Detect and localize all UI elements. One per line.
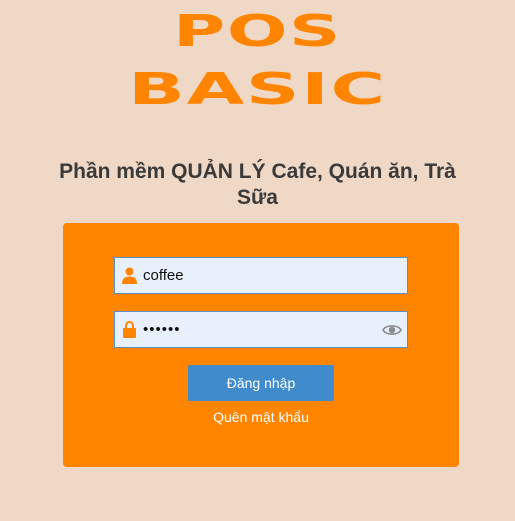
username-field[interactable] <box>114 257 408 294</box>
logo-text-line2: BASIC <box>128 63 387 115</box>
forgot-password-link[interactable]: Quên mật khẩu <box>63 409 459 425</box>
logo: POS BASIC <box>0 8 515 112</box>
login-form-panel: Đăng nhập Quên mật khẩu <box>63 223 459 467</box>
login-button[interactable]: Đăng nhập <box>188 365 334 401</box>
password-input[interactable] <box>143 312 373 347</box>
logo-text-line1: POS <box>173 5 342 57</box>
password-field[interactable] <box>114 311 408 348</box>
eye-icon[interactable] <box>382 321 402 339</box>
login-page: POS BASIC Phần mềm QUẢN LÝ Cafe, Quán ăn… <box>0 0 515 521</box>
app-title: Phần mềm QUẢN LÝ Cafe, Quán ăn, Trà Sữa <box>59 160 456 209</box>
username-input[interactable] <box>143 258 373 293</box>
lock-icon <box>122 321 137 338</box>
user-icon <box>122 267 137 284</box>
